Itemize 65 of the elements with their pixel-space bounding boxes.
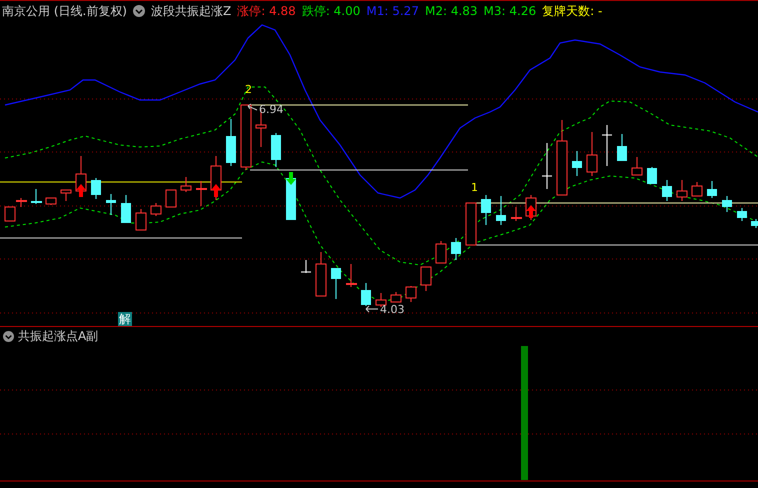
- indicator-value: M3: 4.26: [484, 2, 536, 20]
- candlestick: [662, 180, 672, 202]
- candlestick: [240, 104, 252, 170]
- pointer-arrow-icon: [248, 104, 258, 110]
- candlestick: [647, 166, 657, 184]
- candlestick: [406, 286, 416, 302]
- indicator-value: 复牌天数: -: [542, 2, 602, 20]
- candlestick: [121, 194, 131, 224]
- candlestick: [300, 260, 312, 274]
- price-label: 4.03: [380, 304, 404, 315]
- candlestick: [316, 252, 326, 296]
- candlestick: [166, 190, 176, 208]
- badge[interactable]: 解: [118, 312, 132, 326]
- price-label: 6.94: [259, 104, 284, 115]
- dropdown-icon[interactable]: [3, 330, 14, 342]
- candlestick: [60, 190, 72, 202]
- candlestick: [542, 142, 552, 190]
- candlestick: [136, 208, 146, 230]
- down-arrow-icon: [286, 172, 296, 185]
- candlestick: [602, 124, 612, 166]
- candlestick: [46, 198, 56, 206]
- indicator-value: 涨停: 4.88: [237, 2, 296, 20]
- wave-number-label: 1: [471, 182, 478, 193]
- up-arrow-icon: [526, 205, 536, 218]
- candlestick: [346, 264, 357, 288]
- dropdown-icon[interactable]: [133, 4, 145, 16]
- up-arrow-icon: [76, 184, 86, 197]
- pointer-arrow-icon: [366, 306, 378, 312]
- candlestick: [436, 240, 446, 264]
- indicator-value: 跌停: 4.00: [302, 2, 360, 20]
- candlestick: [511, 206, 522, 222]
- candlestick: [271, 132, 281, 168]
- candlestick: [420, 266, 432, 292]
- indicator-value: M1: 5.27: [366, 2, 419, 20]
- indicator-name: 波段共振起涨Z: [151, 2, 232, 20]
- candlestick: [361, 282, 371, 306]
- candlestick: [751, 218, 758, 228]
- indicator-value: M2: 4.83: [424, 2, 478, 20]
- candlestick: [390, 292, 402, 302]
- candlestick: [466, 202, 476, 246]
- candlestick: [617, 134, 627, 162]
- candlestick: [632, 156, 642, 176]
- candlestick: [572, 150, 582, 176]
- candlestick: [722, 196, 732, 212]
- candlestick: [496, 196, 506, 226]
- candlestick: [586, 132, 598, 176]
- candlestick: [676, 180, 688, 202]
- candlestick: [91, 178, 101, 200]
- candlestick: [106, 194, 116, 216]
- candlestick: [737, 208, 747, 222]
- candlestick: [31, 188, 42, 204]
- sub-panel-title: 共振起涨点A副: [18, 328, 98, 345]
- candlestick: [150, 202, 162, 216]
- wave-number-label: 2: [245, 84, 252, 95]
- up-arrow-icon: [211, 184, 221, 197]
- stock-title: 南京公用 (日线.前复权): [2, 2, 127, 20]
- candlestick: [180, 176, 192, 192]
- candlestick: [226, 118, 236, 166]
- candlestick: [451, 238, 461, 260]
- candlestick: [692, 182, 702, 196]
- candlestick: [481, 194, 491, 226]
- candlestick: [286, 178, 296, 220]
- candlestick: [196, 180, 207, 206]
- candlestick: [331, 268, 341, 300]
- candlestick: [707, 180, 717, 198]
